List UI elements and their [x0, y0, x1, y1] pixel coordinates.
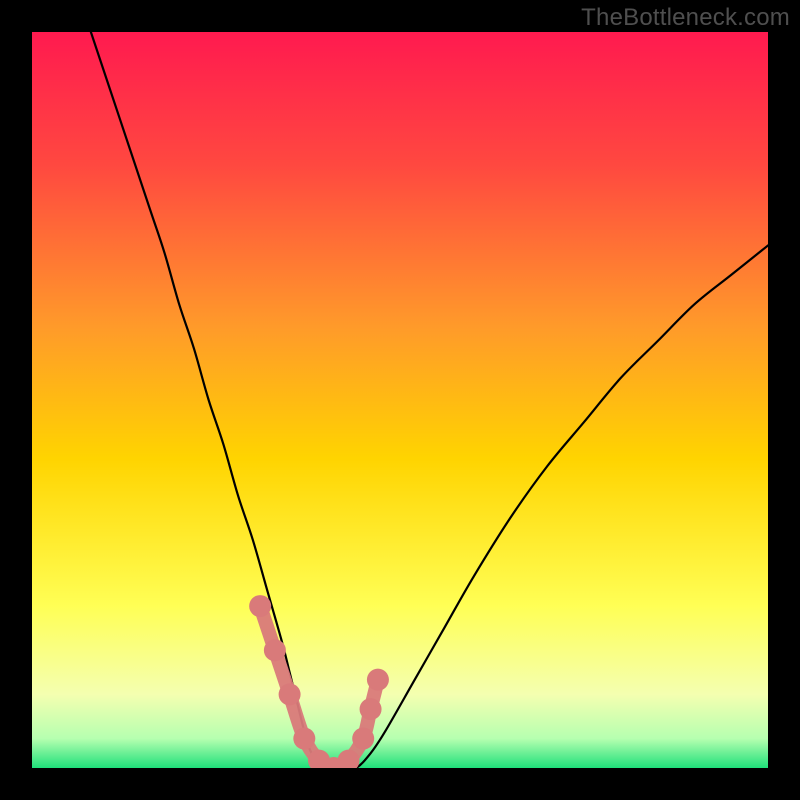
gradient-background [32, 32, 768, 768]
valley-dot [264, 639, 286, 661]
valley-dot [352, 728, 374, 750]
valley-dot [279, 683, 301, 705]
plot-area [32, 32, 768, 768]
valley-dot [367, 669, 389, 691]
valley-dot [293, 728, 315, 750]
valley-dot [249, 595, 271, 617]
chart-svg [32, 32, 768, 768]
chart-frame: TheBottleneck.com [0, 0, 800, 800]
watermark-text: TheBottleneck.com [581, 4, 790, 32]
valley-dot [360, 698, 382, 720]
